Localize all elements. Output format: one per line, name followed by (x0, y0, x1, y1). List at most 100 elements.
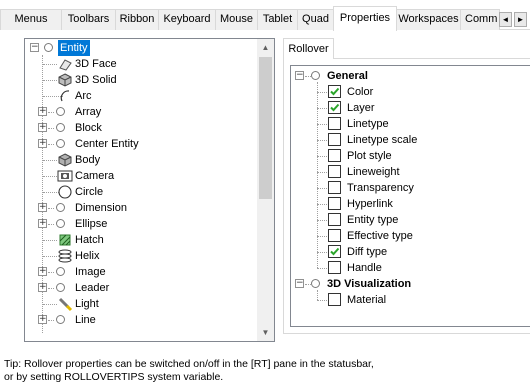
tab-workspaces[interactable]: Workspaces (396, 9, 461, 30)
scroll-thumb[interactable] (259, 57, 272, 199)
tree-label: Array (75, 106, 102, 118)
checkbox[interactable] (328, 213, 341, 226)
tab-rollover[interactable]: Rollover (283, 38, 334, 59)
tree-label: 3D Face (75, 58, 117, 70)
checkbox[interactable] (328, 117, 341, 130)
tab-toolbars[interactable]: Toolbars (61, 9, 116, 30)
tree-row-3d-solid[interactable]: 3D Solid (25, 72, 257, 88)
checkbox[interactable] (328, 229, 341, 242)
checkbox[interactable] (328, 245, 341, 258)
tree-row-entity[interactable]: − Entity (25, 40, 257, 56)
tree-row-camera[interactable]: Camera (25, 168, 257, 184)
tree-row-arc[interactable]: Arc (25, 88, 257, 104)
tree-row-dimension[interactable]: + Dimension (25, 200, 257, 216)
tree-connector (48, 208, 54, 209)
checkbox[interactable] (328, 149, 341, 162)
expand-icon[interactable]: + (38, 283, 47, 292)
checkbox[interactable] (328, 133, 341, 146)
checkbox[interactable] (328, 85, 341, 98)
tree-row-circle[interactable]: Circle (25, 184, 257, 200)
scroll-up-icon[interactable]: ▲ (257, 39, 274, 56)
checkbox[interactable] (328, 197, 341, 210)
tree-connector (48, 144, 54, 145)
rollover-item-label: Layer (347, 102, 375, 114)
expand-icon[interactable]: + (38, 139, 47, 148)
tab-comm[interactable]: Comm (460, 9, 500, 30)
expand-icon[interactable]: + (38, 219, 47, 228)
rollover-item-diff-type[interactable]: Diff type (291, 244, 521, 260)
tree-label: Block (75, 122, 102, 134)
rollover-item-entity-type[interactable]: Entity type (291, 212, 521, 228)
rollover-item-color[interactable]: Color (291, 84, 521, 100)
rollover-item-hyperlink[interactable]: Hyperlink (291, 196, 521, 212)
tab-properties[interactable]: Properties (333, 6, 397, 31)
expand-icon[interactable]: + (38, 123, 47, 132)
tree-connector (317, 268, 327, 269)
tab-keyboard[interactable]: Keyboard (158, 9, 216, 30)
tree-row-light[interactable]: Light (25, 296, 257, 312)
expand-icon[interactable]: + (38, 315, 47, 324)
rollover-item-transparency[interactable]: Transparency (291, 180, 521, 196)
tab-scroll-right-button[interactable]: ► (514, 12, 527, 27)
rollover-item-linetype[interactable]: Linetype (291, 116, 521, 132)
collapse-icon[interactable]: − (30, 43, 39, 52)
tree-row-hatch[interactable]: Hatch (25, 232, 257, 248)
tree-scrollbar[interactable]: ▲ ▼ (257, 39, 274, 341)
tree-label: Circle (75, 186, 104, 198)
tree-row-leader[interactable]: + Leader (25, 280, 257, 296)
expand-icon[interactable]: + (38, 267, 47, 276)
properties-page: − Entity 3D Face 3D Solid Arc + Array + Block +… (0, 30, 530, 383)
tab-ribbon[interactable]: Ribbon (115, 9, 159, 30)
circle-icon (56, 203, 65, 212)
checkbox[interactable] (328, 181, 341, 194)
rollover-group-1[interactable]: − 3D Visualization (291, 276, 521, 292)
rollover-item-plot-style[interactable]: Plot style (291, 148, 521, 164)
tab-tablet[interactable]: Tablet (257, 9, 298, 30)
circle-icon (44, 43, 53, 52)
tab-quad[interactable]: Quad (297, 9, 334, 30)
expand-icon[interactable]: + (38, 203, 47, 212)
tree-row-helix[interactable]: Helix (25, 248, 257, 264)
tab-mouse[interactable]: Mouse (215, 9, 258, 30)
tree-row-ellipse[interactable]: + Ellipse (25, 216, 257, 232)
rollover-item-lineweight[interactable]: Lineweight (291, 164, 521, 180)
scroll-down-icon[interactable]: ▼ (257, 324, 274, 341)
tree-row-image[interactable]: + Image (25, 264, 257, 280)
rollover-item-linetype-scale[interactable]: Linetype scale (291, 132, 521, 148)
tree-label: Ellipse (75, 218, 108, 230)
light-icon (57, 296, 73, 312)
tree-connector (48, 128, 54, 129)
collapse-icon[interactable]: − (295, 279, 304, 288)
rollover-item-layer[interactable]: Layer (291, 100, 521, 116)
collapse-icon[interactable]: − (295, 71, 304, 80)
tab-menus[interactable]: Menus (0, 9, 62, 30)
rollover-group-0[interactable]: − General (291, 68, 521, 84)
entity-tree[interactable]: − Entity 3D Face 3D Solid Arc + Array + Block +… (24, 38, 275, 342)
circle-icon (311, 71, 320, 80)
rollover-item-material[interactable]: Material (291, 292, 521, 308)
expand-icon[interactable]: + (38, 107, 47, 116)
tree-connector (317, 290, 318, 300)
tree-connector (43, 80, 57, 81)
tree-row-block[interactable]: + Block (25, 120, 257, 136)
tree-row-center-entity[interactable]: + Center Entity (25, 136, 257, 152)
tree-row-array[interactable]: + Array (25, 104, 257, 120)
checkbox[interactable] (328, 101, 341, 114)
circle-icon (56, 107, 65, 116)
tree-label: Dimension (75, 202, 127, 214)
tree-row-3d-face[interactable]: 3D Face (25, 56, 257, 72)
rollover-item-label: Plot style (347, 150, 392, 162)
rollover-tree[interactable]: − General Color Layer Linetype Linetype scale… (290, 65, 530, 327)
tree-row-body[interactable]: Body (25, 152, 257, 168)
checkbox[interactable] (328, 261, 341, 274)
tab-scroll-left-button[interactable]: ◄ (499, 12, 512, 27)
rollover-item-handle[interactable]: Handle (291, 260, 521, 276)
tree-connector (317, 92, 327, 93)
3d-solid-icon (57, 72, 73, 88)
checkbox[interactable] (328, 293, 341, 306)
circle-icon (56, 267, 65, 276)
tree-row-line[interactable]: + Line (25, 312, 257, 328)
checkbox[interactable] (328, 165, 341, 178)
rollover-item-effective-type[interactable]: Effective type (291, 228, 521, 244)
tree-connector (48, 320, 54, 321)
